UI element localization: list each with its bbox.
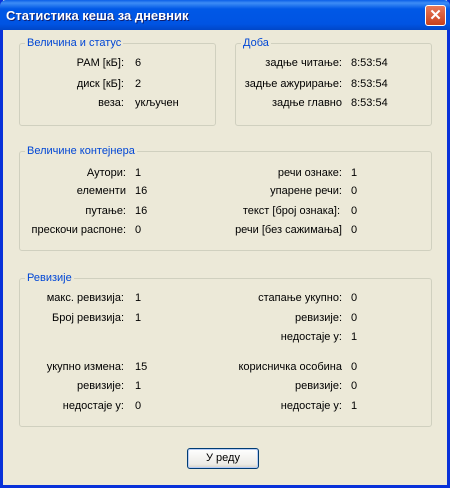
stat-label: речи ознаке: xyxy=(277,167,342,179)
window-title: Статистика кеша за дневник xyxy=(6,8,189,23)
group-legend: Величина и статус xyxy=(25,37,124,50)
last-main-label: задње главно xyxy=(271,97,342,109)
stat-label: укупно измена: xyxy=(46,361,124,373)
stat-value: 16 xyxy=(135,205,148,217)
stat-value: 0 xyxy=(135,224,142,236)
last-update-label: задње ажурирање: xyxy=(244,78,342,90)
stat-value: 0 xyxy=(351,292,358,304)
stat-value: 0 xyxy=(351,224,358,236)
stat-label: текст [број ознака]: xyxy=(242,205,340,217)
stat-value: 1 xyxy=(135,380,142,392)
last-read-label: задње читање: xyxy=(265,57,342,69)
ram-label: РАМ [кБ]: xyxy=(76,57,124,69)
stat-value: 1 xyxy=(135,292,142,304)
connection-label: веза: xyxy=(98,97,124,109)
last-update-value: 8:53:54 xyxy=(351,78,388,90)
connection-value: укључен xyxy=(135,97,179,109)
group-legend: Ревизије xyxy=(25,272,74,285)
stat-label: макс. ревизија: xyxy=(46,292,124,304)
stat-label: ревизије: xyxy=(294,380,342,392)
close-button[interactable]: ✕ xyxy=(425,5,446,26)
stat-label: недостаје у: xyxy=(280,331,342,343)
stat-value: 0 xyxy=(351,205,358,217)
stat-value: 0 xyxy=(351,312,358,324)
stat-value: 1 xyxy=(135,312,142,324)
stat-label: недостаје у: xyxy=(280,400,342,412)
title-bar: Статистика кеша за дневник ✕ xyxy=(0,0,450,30)
stat-value: 1 xyxy=(135,167,142,179)
stat-label: ревизије: xyxy=(294,312,342,324)
stat-label: ревизије: xyxy=(76,380,124,392)
group-legend: Величине контејнера xyxy=(25,145,137,158)
stat-value: 0 xyxy=(135,400,142,412)
stat-label: Број ревизија: xyxy=(52,312,124,324)
stat-label: упарене речи: xyxy=(270,185,342,197)
last-main-value: 8:53:54 xyxy=(351,97,388,109)
ok-button[interactable]: У реду xyxy=(187,448,259,469)
stat-value: 0 xyxy=(351,361,358,373)
close-icon: ✕ xyxy=(429,7,442,24)
stat-value: 1 xyxy=(351,400,358,412)
last-read-value: 8:53:54 xyxy=(351,57,388,69)
stat-value: 0 xyxy=(351,185,358,197)
stat-label: корисничка особина xyxy=(238,361,343,373)
disk-label: диск [кБ]: xyxy=(76,78,124,90)
stat-label: стапање укупно: xyxy=(258,292,342,304)
stat-value: 15 xyxy=(135,361,148,373)
stat-value: 1 xyxy=(351,331,358,343)
stat-label: елементи xyxy=(76,185,126,197)
stat-value: 16 xyxy=(135,185,148,197)
group-legend: Доба xyxy=(241,37,271,50)
stat-value: 1 xyxy=(351,167,358,179)
ram-value: 6 xyxy=(135,57,142,69)
disk-value: 2 xyxy=(135,78,142,90)
stat-value: 0 xyxy=(351,380,358,392)
stat-label: недостаје у: xyxy=(62,400,124,412)
stat-label: путање: xyxy=(85,205,126,217)
stat-label: Аутори: xyxy=(86,167,126,179)
stat-label: речи [без сажимања] xyxy=(235,224,342,236)
stat-label: прескочи распоне: xyxy=(31,224,127,236)
